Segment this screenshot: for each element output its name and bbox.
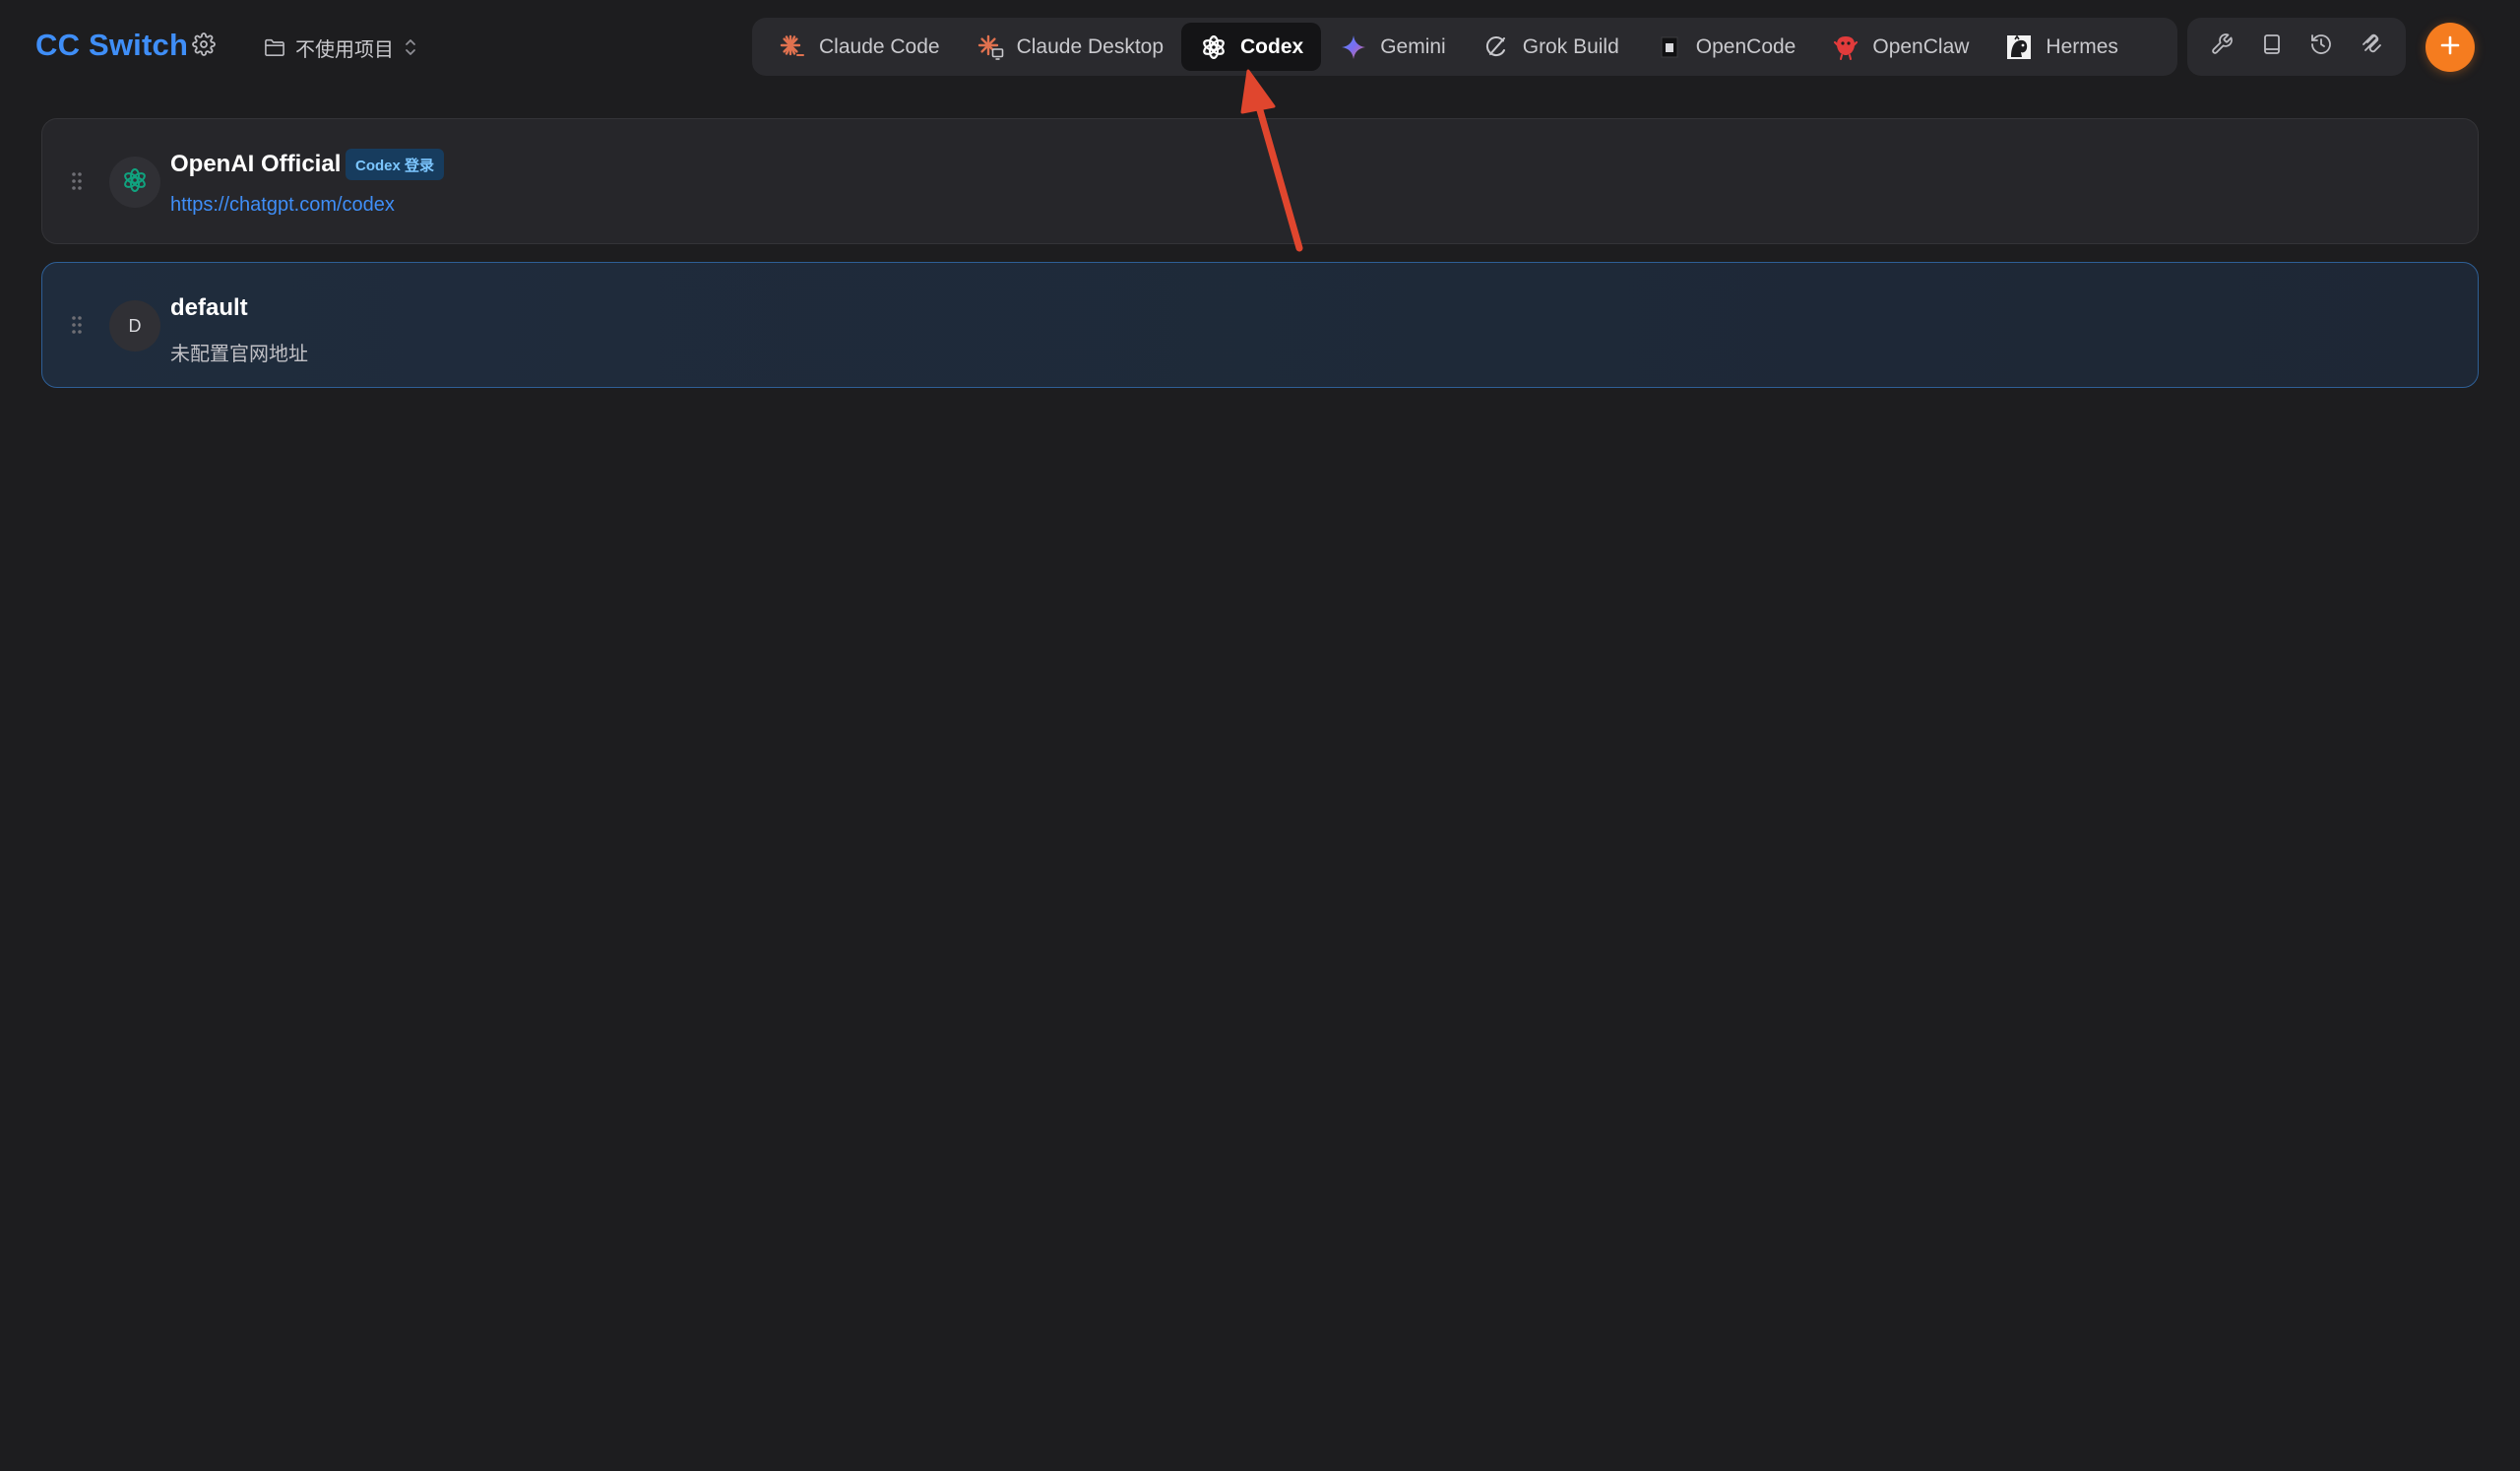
tab-opencode[interactable]: OpenCode bbox=[1637, 23, 1814, 71]
opencode-icon bbox=[1655, 32, 1684, 62]
mcp-button[interactable] bbox=[2352, 28, 2391, 67]
provider-avatar-letter: D bbox=[109, 300, 160, 352]
app-title: CC Switch bbox=[35, 28, 189, 62]
drag-handle-icon[interactable] bbox=[70, 314, 84, 336]
history-button[interactable] bbox=[2301, 28, 2341, 67]
history-icon bbox=[2309, 32, 2333, 61]
toolbar bbox=[2187, 18, 2406, 76]
tab-codex[interactable]: Codex bbox=[1181, 23, 1322, 71]
app-tab-bar: Claude Code Claude Desktop Codex Gemini … bbox=[752, 18, 2177, 76]
chevron-up-down-icon bbox=[404, 37, 417, 57]
gear-icon bbox=[192, 32, 216, 61]
tab-label: Hermes bbox=[2046, 34, 2118, 58]
mcp-icon bbox=[2360, 32, 2383, 61]
tab-hermes[interactable]: Hermes bbox=[1986, 23, 2136, 71]
settings-button[interactable] bbox=[189, 32, 219, 61]
add-provider-button[interactable] bbox=[2426, 23, 2475, 72]
tab-label: Claude Code bbox=[819, 34, 940, 58]
hermes-icon bbox=[2004, 32, 2034, 62]
drag-handle-icon[interactable] bbox=[70, 170, 84, 192]
wrench-icon bbox=[2210, 32, 2234, 61]
grok-icon bbox=[1481, 32, 1511, 62]
provider-website-status: 未配置官网地址 bbox=[170, 344, 308, 365]
gemini-icon bbox=[1339, 32, 1368, 62]
provider-badge: Codex 登录 bbox=[346, 149, 445, 180]
tab-label: OpenClaw bbox=[1872, 34, 1970, 58]
provider-avatar bbox=[109, 157, 160, 208]
tab-label: Codex bbox=[1240, 34, 1304, 58]
project-label: 不使用项目 bbox=[295, 38, 394, 61]
tab-label: Grok Build bbox=[1522, 34, 1619, 58]
tab-openclaw[interactable]: OpenClaw bbox=[1813, 23, 1986, 71]
claude-code-icon bbox=[778, 32, 807, 62]
plus-icon bbox=[2439, 34, 2461, 61]
tab-label: Gemini bbox=[1380, 34, 1446, 58]
provider-name: default bbox=[170, 294, 248, 321]
provider-name: OpenAI Official bbox=[170, 151, 342, 177]
provider-website-link[interactable]: https://chatgpt.com/codex bbox=[170, 194, 395, 217]
tab-claude-desktop[interactable]: Claude Desktop bbox=[958, 23, 1181, 71]
tab-label: OpenCode bbox=[1695, 34, 1796, 58]
codex-icon bbox=[1199, 32, 1228, 62]
book-icon bbox=[2260, 32, 2284, 61]
claude-desktop-icon bbox=[976, 32, 1005, 62]
provider-card-openai-official[interactable]: OpenAI Official Codex 登录 https://chatgpt… bbox=[41, 118, 2479, 244]
openai-icon bbox=[121, 166, 149, 199]
project-selector[interactable]: 不使用项目 bbox=[264, 30, 417, 65]
openclaw-icon bbox=[1831, 32, 1860, 62]
docs-button[interactable] bbox=[2252, 28, 2292, 67]
header-bar: CC Switch 不使用项目 Claude Code Claude Deskt… bbox=[0, 0, 2520, 96]
folder-icon bbox=[264, 37, 285, 57]
provider-card-default[interactable]: D default 未配置官网地址 bbox=[41, 262, 2479, 388]
tab-grok-build[interactable]: Grok Build bbox=[1464, 23, 1637, 71]
tools-button[interactable] bbox=[2202, 28, 2241, 67]
tab-label: Claude Desktop bbox=[1016, 34, 1165, 58]
tab-gemini[interactable]: Gemini bbox=[1321, 23, 1464, 71]
tab-claude-code[interactable]: Claude Code bbox=[760, 23, 958, 71]
